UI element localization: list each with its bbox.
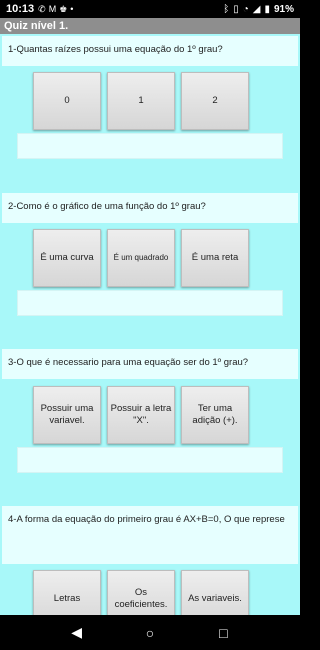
q2-option-square-button[interactable]: É um quadrado [107, 229, 175, 287]
q4-option-variables-button[interactable]: As variaveis. [181, 570, 249, 615]
q1-option-2-button[interactable]: 2 [181, 72, 249, 130]
recents-icon[interactable]: □ [208, 618, 238, 648]
q1-option-0-button[interactable]: 0 [33, 72, 101, 130]
status-bar: 10:13 ✆ M ♚ • ᛒ ▯ ◔ ◢ ▮ 91% [0, 0, 300, 18]
vibrate-icon: ▯ [233, 3, 239, 15]
dot-icon: • [70, 4, 74, 14]
whatsapp-icon: ✆ [38, 3, 46, 14]
battery-icon: ▮ [264, 3, 270, 15]
system-icons: ᛒ ▯ ◔ ◢ ▮ 91% [223, 4, 294, 15]
question-2-text: 2-Como é o gráfico de uma função do 1º g… [2, 193, 298, 223]
q1-option-1-button[interactable]: 1 [107, 72, 175, 130]
question-3-text: 3-O que é necessario para uma equação se… [2, 349, 298, 379]
question-4-text: 4-A forma da equação do primeiro grau é … [2, 506, 298, 564]
app-title: Quiz nível 1. [4, 20, 69, 32]
q4-option-coefficients-button[interactable]: Os coeficientes. [107, 570, 175, 615]
back-icon[interactable]: ◀ [62, 618, 92, 648]
q1-answer-field[interactable] [17, 133, 283, 159]
q2-answer-field[interactable] [17, 290, 283, 316]
q3-option-addition-button[interactable]: Ter uma adição (+). [181, 386, 249, 444]
q3-option-letter-x-button[interactable]: Possuir a letra "X". [107, 386, 175, 444]
q3-answer-field[interactable] [17, 447, 283, 473]
q2-option-curve-button[interactable]: É uma curva [33, 229, 101, 287]
gmail-icon: M [48, 4, 57, 14]
system-navigation-bar: ◀ ○ □ [0, 615, 300, 650]
q2-option-line-button[interactable]: É uma reta [181, 229, 249, 287]
question-1-text: 1-Quantas raízes possui uma equação do 1… [2, 36, 298, 66]
q4-option-letters-button[interactable]: Letras [33, 570, 101, 615]
game-controller-icon: ♚ [59, 3, 68, 14]
quiz-scroll-area[interactable]: 1-Quantas raízes possui uma equação do 1… [0, 34, 300, 615]
status-time: 10:13 [6, 3, 35, 15]
q3-option-variable-button[interactable]: Possuir uma variavel. [33, 386, 101, 444]
battery-percent: 91% [273, 3, 294, 15]
signal-icon: ◢ [252, 3, 261, 15]
notification-icons: ✆ M ♚ • [38, 4, 73, 15]
home-icon[interactable]: ○ [135, 618, 165, 648]
app-title-bar: Quiz nível 1. [0, 18, 300, 34]
wifi-icon: ◔ [242, 3, 249, 15]
bluetooth-icon: ᛒ [223, 3, 230, 15]
